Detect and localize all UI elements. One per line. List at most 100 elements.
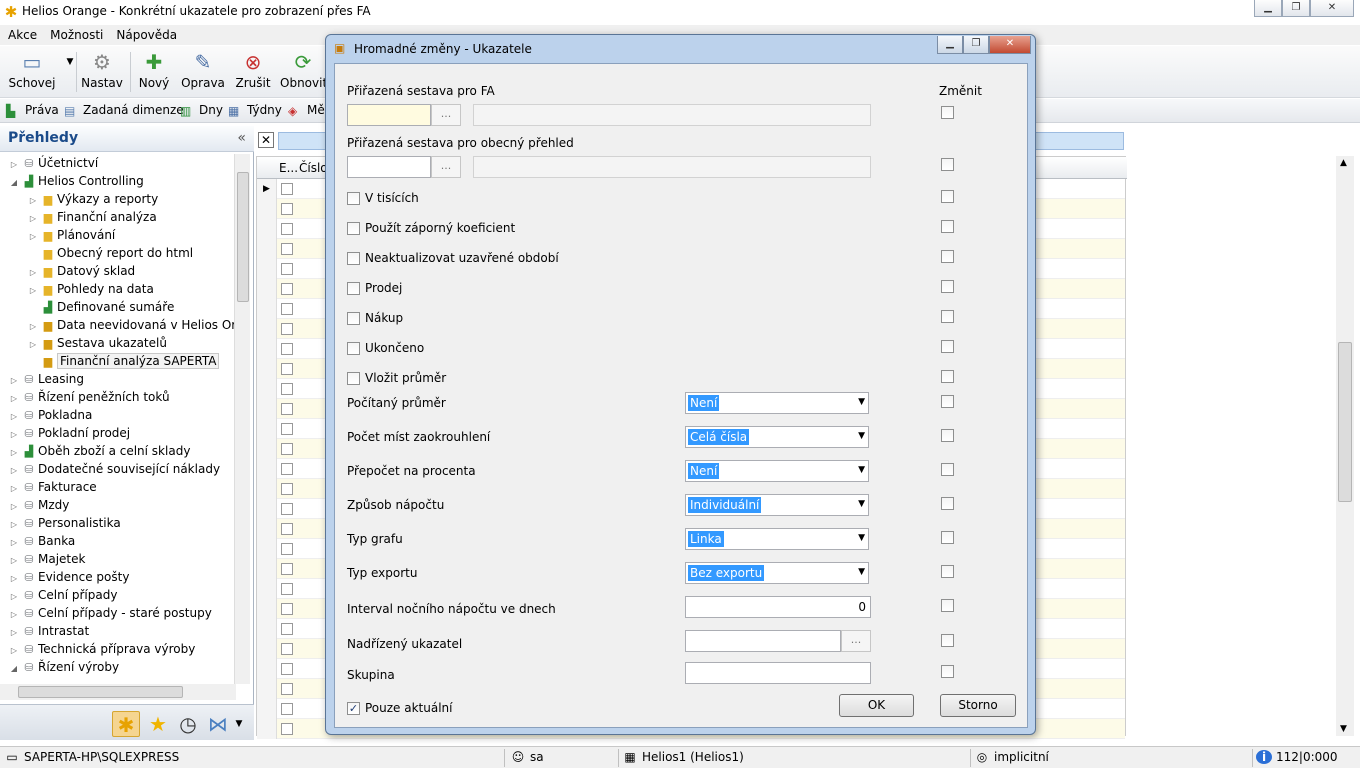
change-option-checkbox[interactable] bbox=[941, 370, 954, 383]
row-header[interactable]: ▶ bbox=[257, 179, 277, 199]
row-header[interactable] bbox=[257, 719, 277, 739]
row-header[interactable] bbox=[257, 559, 277, 579]
chevron-down-icon[interactable]: ▼ bbox=[858, 567, 865, 577]
favorites-star-icon[interactable]: ★ bbox=[144, 711, 172, 737]
change-assigned-report-general-checkbox[interactable] bbox=[941, 158, 954, 171]
chevron-down-icon[interactable]: ▼ bbox=[858, 397, 865, 407]
row-checkbox[interactable] bbox=[281, 303, 293, 315]
option-checkbox[interactable] bbox=[347, 342, 360, 355]
row-checkbox[interactable] bbox=[281, 423, 293, 435]
helios-logo-icon[interactable]: ✱ bbox=[112, 711, 140, 737]
maximize-button[interactable]: ❐ bbox=[1282, 0, 1310, 17]
menu-moznosti[interactable]: Možnosti bbox=[42, 25, 108, 45]
combo-select[interactable]: Není ▼ bbox=[685, 392, 869, 414]
combo-select[interactable]: Celá čísla ▼ bbox=[685, 426, 869, 448]
row-header[interactable] bbox=[257, 279, 277, 299]
change-option-checkbox[interactable] bbox=[941, 310, 954, 323]
row-header[interactable] bbox=[257, 699, 277, 719]
row-header[interactable] bbox=[257, 639, 277, 659]
row-checkbox[interactable] bbox=[281, 363, 293, 375]
row-header[interactable] bbox=[257, 199, 277, 219]
tree-item[interactable]: ▷ ⛁ Fakturace bbox=[8, 478, 97, 496]
tree-item[interactable]: ▷ ⛁ Pokladna bbox=[8, 406, 92, 424]
combo-select[interactable]: Bez exportu ▼ bbox=[685, 562, 869, 584]
row-checkbox[interactable] bbox=[281, 323, 293, 335]
row-header[interactable] bbox=[257, 399, 277, 419]
tree-item[interactable]: ▷ ⛁ Dodatečné související náklady bbox=[8, 460, 220, 478]
row-checkbox[interactable] bbox=[281, 283, 293, 295]
chevron-down-icon[interactable]: ▼ bbox=[858, 499, 865, 509]
option-checkbox[interactable] bbox=[347, 372, 360, 385]
row-checkbox[interactable] bbox=[281, 563, 293, 575]
row-header[interactable] bbox=[257, 239, 277, 259]
tree-item[interactable]: ▷ ⛁ Mzdy bbox=[8, 496, 69, 514]
tree-item[interactable]: ▷ ⛁ Pokladní prodej bbox=[8, 424, 130, 442]
change-option-checkbox[interactable] bbox=[941, 220, 954, 233]
row-header[interactable] bbox=[257, 439, 277, 459]
row-checkbox[interactable] bbox=[281, 403, 293, 415]
schovej-dropdown[interactable]: ▼ bbox=[58, 50, 74, 96]
row-checkbox[interactable] bbox=[281, 623, 293, 635]
tree-vertical-scrollbar[interactable] bbox=[234, 154, 250, 684]
tree-item[interactable]: ▷ ▆ Plánování bbox=[27, 226, 115, 244]
row-checkbox[interactable] bbox=[281, 263, 293, 275]
row-header[interactable] bbox=[257, 499, 277, 519]
change-night-interval-checkbox[interactable] bbox=[941, 599, 954, 612]
tydny-button[interactable]: ▦ Týdny bbox=[228, 103, 282, 118]
tree-item[interactable]: ▷ ⛁ Leasing bbox=[8, 370, 84, 388]
storno-button[interactable]: Storno bbox=[940, 694, 1016, 717]
row-checkbox[interactable] bbox=[281, 663, 293, 675]
collapse-panel-icon[interactable]: « bbox=[237, 130, 246, 146]
row-checkbox[interactable] bbox=[281, 343, 293, 355]
dny-button[interactable]: ▥ Dny bbox=[180, 103, 223, 118]
row-header[interactable] bbox=[257, 419, 277, 439]
row-header[interactable] bbox=[257, 319, 277, 339]
option-checkbox[interactable] bbox=[347, 192, 360, 205]
combo-select[interactable]: Není ▼ bbox=[685, 460, 869, 482]
row-header[interactable] bbox=[257, 659, 277, 679]
dialog-maximize-button[interactable]: ❐ bbox=[963, 36, 989, 54]
option-checkbox[interactable] bbox=[347, 312, 360, 325]
tree-item[interactable]: ▷ ⛁ Evidence pošty bbox=[8, 568, 130, 586]
menu-napoveda[interactable]: Nápověda bbox=[108, 25, 182, 45]
row-checkbox[interactable] bbox=[281, 443, 293, 455]
chevron-down-icon[interactable]: ▼ bbox=[858, 533, 865, 543]
night-interval-input[interactable]: 0 bbox=[685, 596, 871, 618]
row-header[interactable] bbox=[257, 579, 277, 599]
change-combo-checkbox[interactable] bbox=[941, 531, 954, 544]
row-header[interactable] bbox=[257, 679, 277, 699]
row-header[interactable] bbox=[257, 479, 277, 499]
assigned-report-general-browse-button[interactable]: ... bbox=[431, 156, 461, 178]
row-checkbox[interactable] bbox=[281, 203, 293, 215]
tree-item[interactable]: ▷ ▆ Pohledy na data bbox=[27, 280, 154, 298]
row-checkbox[interactable] bbox=[281, 723, 293, 735]
tree-item[interactable]: ▷ ▆ Data neevidovaná v Helios Oran bbox=[27, 316, 236, 334]
change-combo-checkbox[interactable] bbox=[941, 565, 954, 578]
tree-item[interactable]: ▷ ⛁ Řízení peněžních toků bbox=[8, 388, 170, 406]
tree-item[interactable]: ▷ ⛁ Personalistika bbox=[8, 514, 121, 532]
tree-item[interactable]: ▷ ▆ Datový sklad bbox=[27, 262, 135, 280]
assigned-report-fa-code-input[interactable] bbox=[347, 104, 431, 126]
row-header[interactable] bbox=[257, 339, 277, 359]
change-combo-checkbox[interactable] bbox=[941, 497, 954, 510]
only-current-checkbox[interactable]: ✓ bbox=[347, 702, 360, 715]
schovej-button[interactable]: ▭ Schovej bbox=[6, 50, 58, 96]
zrusit-button[interactable]: ⊗ Zrušit bbox=[232, 50, 274, 96]
option-checkbox[interactable] bbox=[347, 282, 360, 295]
tree-horizontal-scrollbar[interactable] bbox=[0, 684, 236, 700]
expanded-arrow-icon[interactable]: ◢ bbox=[8, 660, 20, 678]
tree-item[interactable]: ▷ ⛁ Účetnictví bbox=[8, 154, 98, 172]
option-checkbox[interactable] bbox=[347, 252, 360, 265]
row-header[interactable] bbox=[257, 219, 277, 239]
row-checkbox[interactable] bbox=[281, 683, 293, 695]
tree-item[interactable]: ▷ ▟ Oběh zboží a celní sklady bbox=[8, 442, 191, 460]
row-header[interactable] bbox=[257, 619, 277, 639]
change-assigned-report-fa-checkbox[interactable] bbox=[941, 106, 954, 119]
history-clock-icon[interactable]: ◷ bbox=[174, 711, 202, 737]
row-checkbox[interactable] bbox=[281, 483, 293, 495]
row-checkbox[interactable] bbox=[281, 543, 293, 555]
row-checkbox[interactable] bbox=[281, 383, 293, 395]
row-checkbox[interactable] bbox=[281, 703, 293, 715]
ok-button[interactable]: OK bbox=[839, 694, 914, 717]
row-checkbox[interactable] bbox=[281, 463, 293, 475]
